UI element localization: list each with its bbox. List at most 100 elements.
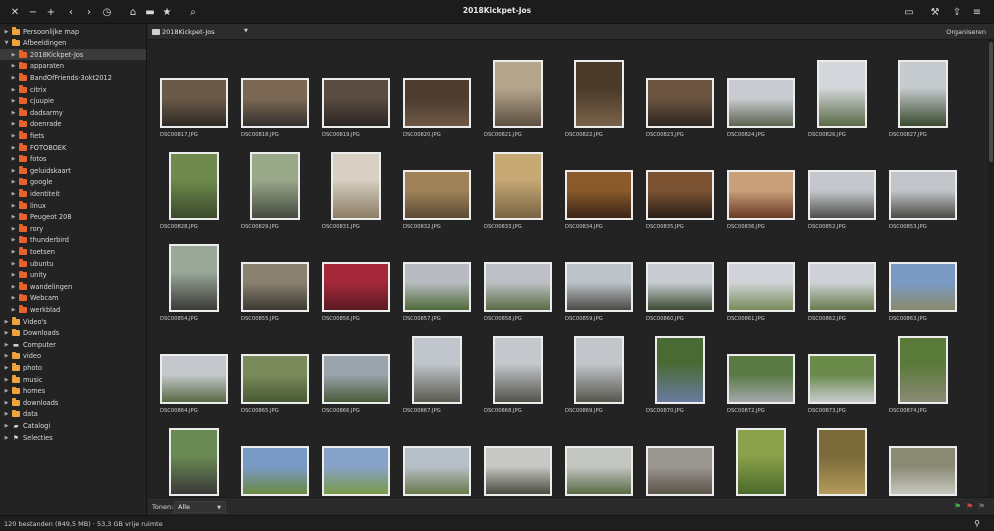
thumbnail-item[interactable]: DSC00869.JPG <box>565 326 637 416</box>
chevron-right-icon[interactable]: ▶ <box>10 249 17 255</box>
photo-thumbnail[interactable] <box>322 354 390 404</box>
thumbnail-item[interactable]: DSC00864.JPG <box>160 326 232 416</box>
chevron-right-icon[interactable]: ▶ <box>10 307 17 313</box>
thumbnail-item[interactable]: DSC00831.JPG <box>322 142 394 232</box>
scrollbar-thumb[interactable] <box>989 42 993 162</box>
chevron-right-icon[interactable]: ▶ <box>10 121 17 127</box>
sidebar-item[interactable]: ▼ Afbeeldingen <box>0 38 146 49</box>
chevron-right-icon[interactable]: ▶ <box>10 98 17 104</box>
thumbnail-item[interactable]: DSC00834.JPG <box>565 142 637 232</box>
photo-thumbnail[interactable] <box>241 446 309 496</box>
thumbnail-item[interactable]: DSC00863.JPG <box>889 234 961 324</box>
thumbnail-item[interactable]: DSC00835.JPG <box>646 142 718 232</box>
chevron-right-icon[interactable]: ▶ <box>10 226 17 232</box>
thumbnail-item[interactable]: DSC00819.JPG <box>322 50 394 140</box>
thumbnail-item[interactable]: DSC00881.JPG <box>484 418 556 497</box>
photo-thumbnail[interactable] <box>889 262 957 312</box>
chevron-right-icon[interactable]: ▶ <box>3 29 10 35</box>
photo-thumbnail[interactable] <box>565 262 633 312</box>
chevron-right-icon[interactable]: ▶ <box>10 145 17 151</box>
sidebar-item[interactable]: ▶ fiets <box>0 130 146 141</box>
sidebar-item[interactable]: ▶ cjuupie <box>0 96 146 107</box>
photo-thumbnail[interactable] <box>808 170 876 220</box>
photo-thumbnail[interactable] <box>646 262 714 312</box>
flag-pick-icon[interactable]: ⚑ <box>954 503 962 511</box>
organise-button[interactable]: Organiseren <box>946 28 986 36</box>
sidebar-item[interactable]: ▶ Peugeot 208 <box>0 212 146 223</box>
photo-thumbnail[interactable] <box>727 262 795 312</box>
chevron-right-icon[interactable]: ▶ <box>3 319 10 325</box>
chevron-right-icon[interactable]: ▶ <box>10 203 17 209</box>
photo-thumbnail[interactable] <box>160 354 228 404</box>
photo-thumbnail[interactable] <box>808 262 876 312</box>
sidebar-item[interactable]: ▶ Webcam <box>0 293 146 304</box>
menu-icon[interactable]: ≡ <box>970 5 984 19</box>
sidebar-item[interactable]: ▶ identiteit <box>0 188 146 199</box>
photo-thumbnail[interactable] <box>322 262 390 312</box>
chevron-right-icon[interactable]: ▶ <box>10 63 17 69</box>
thumbnail-item[interactable]: DSC00821.JPG <box>484 50 556 140</box>
photo-thumbnail[interactable] <box>898 60 948 128</box>
tools-icon[interactable]: ⚒ <box>928 5 942 19</box>
photo-thumbnail[interactable] <box>484 446 552 496</box>
photo-thumbnail[interactable] <box>241 262 309 312</box>
sidebar-item[interactable]: ▶ rory <box>0 223 146 234</box>
thumbnail-item[interactable]: DSC00836.JPG <box>727 142 799 232</box>
photo-thumbnail[interactable] <box>574 336 624 404</box>
thumbnail-item[interactable]: DSC00877.JPG <box>160 418 232 497</box>
chevron-right-icon[interactable]: ▶ <box>10 168 17 174</box>
chevron-right-icon[interactable]: ▶ <box>3 342 10 348</box>
chevron-right-icon[interactable]: ▶ <box>10 110 17 116</box>
thumbnail-item[interactable]: DSC00856.JPG <box>322 234 394 324</box>
chevron-right-icon[interactable]: ▶ <box>10 295 17 301</box>
photo-thumbnail[interactable] <box>898 336 948 404</box>
sidebar-item[interactable]: ▶ apparaten <box>0 61 146 72</box>
chevron-right-icon[interactable]: ▶ <box>3 365 10 371</box>
chevron-right-icon[interactable]: ▶ <box>3 388 10 394</box>
sidebar-item[interactable]: ▶ Persoonlijke map <box>0 26 146 37</box>
thumbnail-item[interactable]: DSC00853.JPG <box>889 142 961 232</box>
sidebar-item[interactable]: ▶ unity <box>0 270 146 281</box>
thumbnail-item[interactable]: DSC00859.JPG <box>565 234 637 324</box>
thumbnail-item[interactable]: DSC00883.JPG <box>646 418 718 497</box>
photo-thumbnail[interactable] <box>241 354 309 404</box>
photo-thumbnail[interactable] <box>817 60 867 128</box>
sidebar-item[interactable]: ▶ werkblad <box>0 304 146 315</box>
photo-thumbnail[interactable] <box>484 262 552 312</box>
sidebar-item[interactable]: ▶ ▬ Computer <box>0 339 146 350</box>
photo-thumbnail[interactable] <box>646 78 714 128</box>
chevron-right-icon[interactable]: ▶ <box>10 261 17 267</box>
thumbnail-item[interactable]: DSC00829.JPG <box>241 142 313 232</box>
chevron-right-icon[interactable]: ▶ <box>3 435 10 441</box>
photo-thumbnail[interactable] <box>889 170 957 220</box>
photo-thumbnail[interactable] <box>493 336 543 404</box>
location-pin-icon[interactable]: ⚲ <box>974 519 980 528</box>
photo-thumbnail[interactable] <box>574 60 624 128</box>
thumbnail-item[interactable]: DSC00858.JPG <box>484 234 556 324</box>
photo-thumbnail[interactable] <box>817 428 867 496</box>
sidebar-item[interactable]: ▶ linux <box>0 200 146 211</box>
thumbnail-item[interactable]: DSC00882.JPG <box>565 418 637 497</box>
sidebar-item[interactable]: ▶ toetsen <box>0 246 146 257</box>
photo-thumbnail[interactable] <box>403 170 471 220</box>
thumbnail-item[interactable]: DSC00885.JPG <box>808 418 880 497</box>
photo-thumbnail[interactable] <box>169 244 219 312</box>
chevron-right-icon[interactable]: ▶ <box>3 353 10 359</box>
chevron-right-icon[interactable]: ▶ <box>3 330 10 336</box>
thumbnail-item[interactable]: DSC00823.JPG <box>646 50 718 140</box>
photo-thumbnail[interactable] <box>160 78 228 128</box>
thumbnail-item[interactable]: DSC00833.JPG <box>484 142 556 232</box>
thumbnail-item[interactable]: DSC00852.JPG <box>808 142 880 232</box>
thumbnail-item[interactable]: DSC00872.JPG <box>727 326 799 416</box>
photo-thumbnail[interactable] <box>493 152 543 220</box>
sidebar-item[interactable]: ▶ data <box>0 409 146 420</box>
thumbnail-item[interactable]: DSC00866.JPG <box>322 326 394 416</box>
sidebar-item[interactable]: ▶ google <box>0 177 146 188</box>
sidebar-item[interactable]: ▶ Downloads <box>0 328 146 339</box>
thumbnail-item[interactable]: DSC00861.JPG <box>727 234 799 324</box>
chevron-right-icon[interactable]: ▶ <box>10 179 17 185</box>
photo-thumbnail[interactable] <box>322 78 390 128</box>
flag-reject-icon[interactable]: ⚑ <box>966 503 974 511</box>
path-button[interactable]: 2018Kickpet-Jos <box>152 26 215 38</box>
sidebar-item[interactable]: ▶ ⚑ Selecties <box>0 432 146 443</box>
